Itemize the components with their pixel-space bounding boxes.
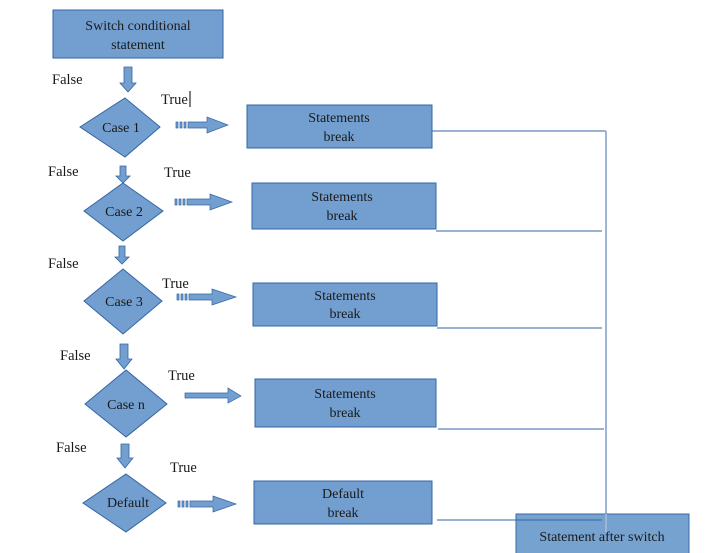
false-label-5: False [56, 440, 87, 456]
false-arrow-3 [114, 245, 130, 265]
action-box-3-line2: break [329, 307, 360, 322]
action-box-1-line2: break [323, 130, 354, 145]
end-box: Statement after switch [437, 513, 690, 553]
true-arrow-4 [184, 387, 242, 404]
start-box: Switch conditional statement [52, 9, 224, 59]
action-box-3-line1: Statements [314, 289, 375, 304]
false-arrow-2 [115, 165, 131, 184]
false-arrow-1 [119, 66, 137, 93]
decision-case-3: Case 3 [83, 268, 163, 335]
decision-case-1-label: Case 1 [102, 121, 140, 136]
true-arrow-2 [174, 193, 234, 211]
action-box-1-line1: Statements [308, 111, 369, 126]
false-label-2: False [48, 164, 79, 180]
action-box-4-line2: break [329, 406, 360, 421]
true-label-3: True [162, 276, 189, 292]
decision-case-n-label: Case n [107, 398, 145, 413]
action-box-default-line1: Default [322, 487, 364, 502]
action-box-2-line2: break [326, 209, 357, 224]
action-box-3: Statements break [252, 282, 438, 327]
decision-case-3-label: Case 3 [105, 295, 143, 310]
true-arrow-1 [175, 116, 229, 134]
decision-case-2: Case 2 [83, 182, 164, 242]
false-arrow-5 [116, 443, 134, 469]
false-label-1: False [52, 72, 83, 88]
true-label-4: True [168, 368, 195, 384]
start-box-line1: Switch conditional [85, 19, 190, 34]
false-label-3: False [48, 256, 79, 272]
action-box-4-line1: Statements [314, 387, 375, 402]
true-label-5: True [170, 460, 197, 476]
end-box-label: Statement after switch [539, 530, 664, 545]
false-arrow-4 [115, 343, 133, 370]
action-box-2-line1: Statements [311, 190, 372, 205]
decision-case-n: Case n [84, 369, 168, 438]
true-label-1: True [161, 92, 188, 108]
decision-case-1: Case 1 [79, 97, 161, 158]
decision-default: Default [82, 473, 167, 533]
switch-flowchart: Switch conditional statement False False… [48, 9, 690, 553]
decision-default-label: Default [107, 496, 149, 511]
false-label-4: False [60, 348, 91, 364]
action-box-1: Statements break [246, 104, 433, 149]
action-box-4: Statements break [254, 378, 437, 428]
true-arrow-5 [177, 495, 238, 513]
action-box-2: Statements break [251, 182, 437, 230]
action-box-default: Default break [253, 480, 433, 525]
action-box-default-line2: break [327, 506, 358, 521]
decision-case-2-label: Case 2 [105, 205, 143, 220]
start-box-line2: statement [111, 38, 165, 53]
true-label-2: True [164, 165, 191, 181]
